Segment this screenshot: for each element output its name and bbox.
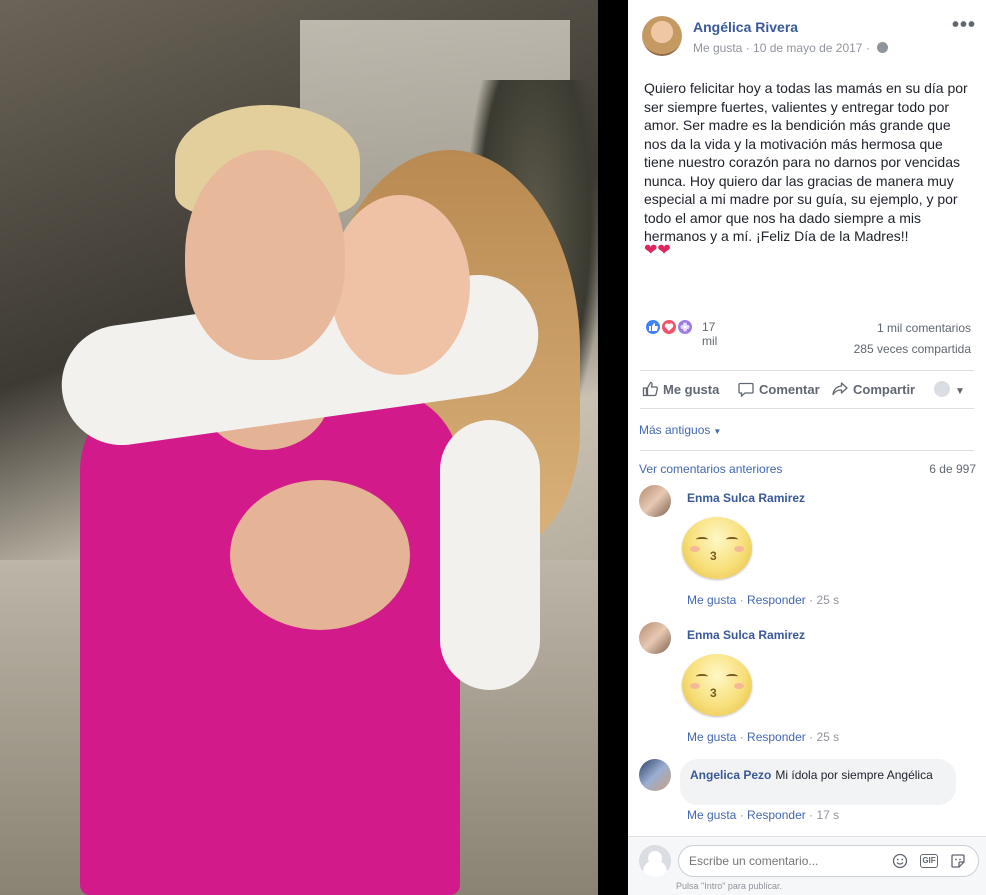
comment-pagination-count: 6 de 997 bbox=[929, 462, 976, 476]
comment-like-link[interactable]: Me gusta bbox=[687, 808, 736, 822]
comment-like-link[interactable]: Me gusta bbox=[687, 593, 736, 607]
separator: · bbox=[809, 808, 814, 822]
comment-reply-link[interactable]: Responder bbox=[747, 808, 806, 822]
comment-like-link[interactable]: Me gusta bbox=[687, 730, 736, 744]
share-button-label: Compartir bbox=[853, 382, 916, 397]
post-actions-bar: Me gusta Comentar Compartir ▼ bbox=[640, 372, 974, 408]
photo-mother-face bbox=[185, 150, 345, 360]
comment-text: Mi ídola por siempre Angélica bbox=[775, 768, 933, 782]
chevron-down-icon: ▼ bbox=[955, 386, 965, 397]
post-meta: Me gusta · 10 de mayo de 2017 · bbox=[693, 41, 889, 55]
sort-label: Más antiguos bbox=[639, 423, 711, 437]
comments-count[interactable]: 1 mil comentarios bbox=[877, 321, 971, 335]
shares-count[interactable]: 285 veces compartida bbox=[854, 342, 971, 356]
speech-bubble-icon bbox=[738, 382, 754, 397]
post-photo[interactable] bbox=[0, 0, 598, 895]
comment-actions: Me gusta · Responder · 17 s bbox=[687, 808, 839, 822]
thumbs-up-icon bbox=[642, 381, 658, 397]
post-side-panel: Angélica Rivera Me gusta · 10 de mayo de… bbox=[628, 0, 986, 895]
like-button[interactable]: Me gusta bbox=[642, 372, 719, 408]
commenter-name[interactable]: Angelica Pezo bbox=[690, 768, 771, 782]
divider bbox=[640, 370, 974, 371]
comment-reply-link[interactable]: Responder bbox=[747, 730, 806, 744]
emoji-icon[interactable] bbox=[891, 853, 909, 869]
comment-button[interactable]: Comentar bbox=[738, 372, 820, 408]
comment-sort-dropdown[interactable]: Más antiguos ▼ bbox=[639, 423, 721, 437]
author-name[interactable]: Angélica Rivera bbox=[693, 19, 798, 35]
author-avatar[interactable] bbox=[642, 16, 682, 56]
share-arrow-icon bbox=[832, 382, 848, 396]
commenter-avatar[interactable] bbox=[639, 622, 671, 654]
divider bbox=[640, 450, 974, 451]
comment-timestamp[interactable]: 17 s bbox=[816, 808, 839, 822]
comment-composer: GIF Pulsa "Intro" para publicar. bbox=[628, 836, 986, 895]
separator: · bbox=[739, 808, 744, 822]
commenter-avatar[interactable] bbox=[639, 759, 671, 791]
user-silhouette-icon bbox=[934, 381, 950, 397]
share-button[interactable]: Compartir bbox=[832, 372, 915, 408]
comment-item: Angelica Pezo Mi ídola por siempre Angéli… bbox=[639, 759, 979, 827]
divider bbox=[640, 408, 974, 409]
comment-actions: Me gusta · Responder · 25 s bbox=[687, 593, 839, 607]
post-text: Quiero felicitar hoy a todas las mamás e… bbox=[644, 80, 968, 244]
profile-select-dropdown[interactable]: ▼ bbox=[934, 372, 965, 408]
commenter-name[interactable]: Enma Sulca Ramirez bbox=[687, 491, 805, 505]
comment-timestamp[interactable]: 25 s bbox=[816, 730, 839, 744]
heart-emoji: ❤❤ bbox=[644, 242, 671, 259]
photo-pink-dress bbox=[80, 390, 460, 895]
globe-icon[interactable] bbox=[877, 42, 889, 53]
meta-separator: · bbox=[745, 41, 750, 55]
composer-hint: Pulsa "Intro" para publicar. bbox=[676, 881, 782, 891]
comment-reply-link[interactable]: Responder bbox=[747, 593, 806, 607]
commenter-name[interactable]: Enma Sulca Ramirez bbox=[687, 628, 805, 642]
comment-timestamp[interactable]: 25 s bbox=[816, 593, 839, 607]
like-button-label: Me gusta bbox=[663, 382, 720, 397]
gif-icon[interactable]: GIF bbox=[920, 854, 938, 868]
separator: · bbox=[739, 730, 744, 744]
comment-actions: Me gusta · Responder · 25 s bbox=[687, 730, 839, 744]
meta-like-link[interactable]: Me gusta bbox=[693, 41, 742, 55]
separator: · bbox=[739, 593, 744, 607]
photo-daughter-face bbox=[330, 195, 470, 375]
commenter-avatar[interactable] bbox=[639, 485, 671, 517]
post-header: Angélica Rivera Me gusta · 10 de mayo de… bbox=[628, 0, 986, 64]
current-user-avatar bbox=[639, 845, 671, 877]
kiss-face-sticker: 3 bbox=[680, 652, 754, 718]
more-options-icon[interactable]: ••• bbox=[952, 14, 976, 37]
chevron-down-icon: ▼ bbox=[713, 427, 722, 436]
view-previous-comments-link[interactable]: Ver comentarios anteriores bbox=[639, 462, 782, 476]
separator: · bbox=[809, 593, 814, 607]
meta-separator: · bbox=[865, 41, 870, 55]
comment-button-label: Comentar bbox=[759, 382, 820, 397]
post-date[interactable]: 10 de mayo de 2017 bbox=[753, 41, 862, 55]
comment-bubble: Angelica Pezo Mi ídola por siempre Angéli… bbox=[680, 759, 956, 805]
kiss-face-sticker: 3 bbox=[680, 515, 754, 581]
flower-reaction-icon bbox=[676, 318, 694, 336]
sticker-icon[interactable] bbox=[949, 853, 967, 869]
photo-white-sleeve-forearm bbox=[440, 420, 540, 690]
comment-item: Enma Sulca Ramirez 3 Me gusta · Responde… bbox=[639, 485, 979, 613]
reactions-count[interactable]: 17 mil bbox=[702, 320, 717, 348]
photo-clasped-hands bbox=[230, 480, 410, 630]
comment-item: Enma Sulca Ramirez 3 Me gusta · Responde… bbox=[639, 622, 979, 750]
separator: · bbox=[809, 730, 814, 744]
